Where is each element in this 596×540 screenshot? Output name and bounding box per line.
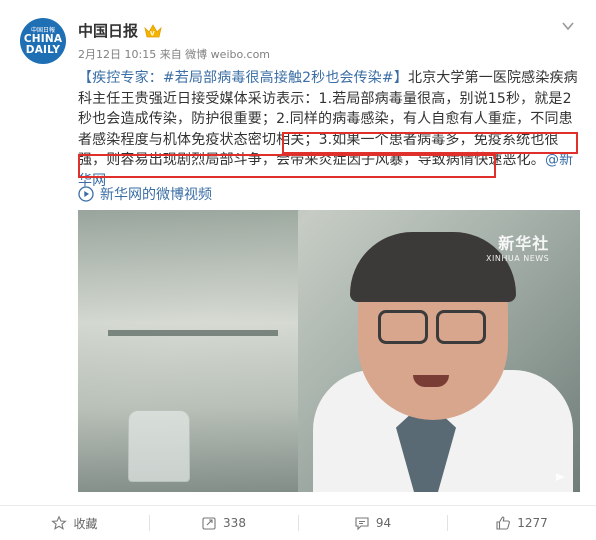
favorite-button[interactable]: 收藏 — [0, 506, 149, 540]
action-bar: 收藏 338 94 1277 — [0, 506, 596, 540]
repost-button[interactable]: 338 — [149, 506, 298, 540]
favorite-label: 收藏 — [73, 516, 98, 531]
watermark-cn: 新华社 — [498, 234, 550, 253]
comment-count: 94 — [375, 516, 392, 530]
topic-link[interactable]: 【疾控专家：#若局部病毒很高接触2秒也会传染#】 — [78, 70, 408, 86]
like-icon — [496, 516, 511, 530]
glasses-left — [378, 310, 428, 344]
repost-count: 338 — [223, 516, 246, 530]
comment-button[interactable]: 94 — [298, 506, 447, 540]
video-link[interactable]: 新华网的微博视频 — [78, 184, 212, 204]
post-meta: 2月12日 10:15 来自 微博 weibo.com — [78, 48, 271, 61]
highlight-box-bottom — [78, 154, 496, 178]
lab-flask — [128, 410, 190, 482]
account-name-row: 中国日报 V — [78, 20, 162, 41]
like-count: 1277 — [517, 516, 548, 530]
chevron-down-icon[interactable] — [560, 18, 576, 34]
avatar[interactable]: 中国日報 CHINA DAILY — [20, 18, 66, 64]
play-circle-icon — [78, 186, 94, 202]
comment-icon — [355, 517, 369, 531]
share-icon — [202, 517, 216, 530]
account-name[interactable]: 中国日报 — [78, 20, 138, 41]
video-corner-icon — [556, 473, 565, 481]
video-player[interactable]: 新华社 XINHUA NEWS — [78, 210, 580, 492]
avatar-text-daily: DAILY — [25, 43, 61, 56]
avatar-text-china: CHINA — [23, 32, 63, 45]
highlight-box-top — [282, 132, 578, 154]
glasses-right — [436, 310, 486, 344]
like-button[interactable]: 1277 — [447, 506, 596, 540]
video-link-label: 新华网的微博视频 — [100, 187, 212, 203]
star-icon — [51, 515, 68, 530]
watermark-en: XINHUA NEWS — [486, 254, 550, 263]
vip-crown-icon: V — [144, 23, 162, 37]
xinhua-watermark: 新华社 XINHUA NEWS — [486, 230, 549, 263]
svg-text:V: V — [150, 30, 155, 37]
lab-shelf — [108, 330, 278, 336]
